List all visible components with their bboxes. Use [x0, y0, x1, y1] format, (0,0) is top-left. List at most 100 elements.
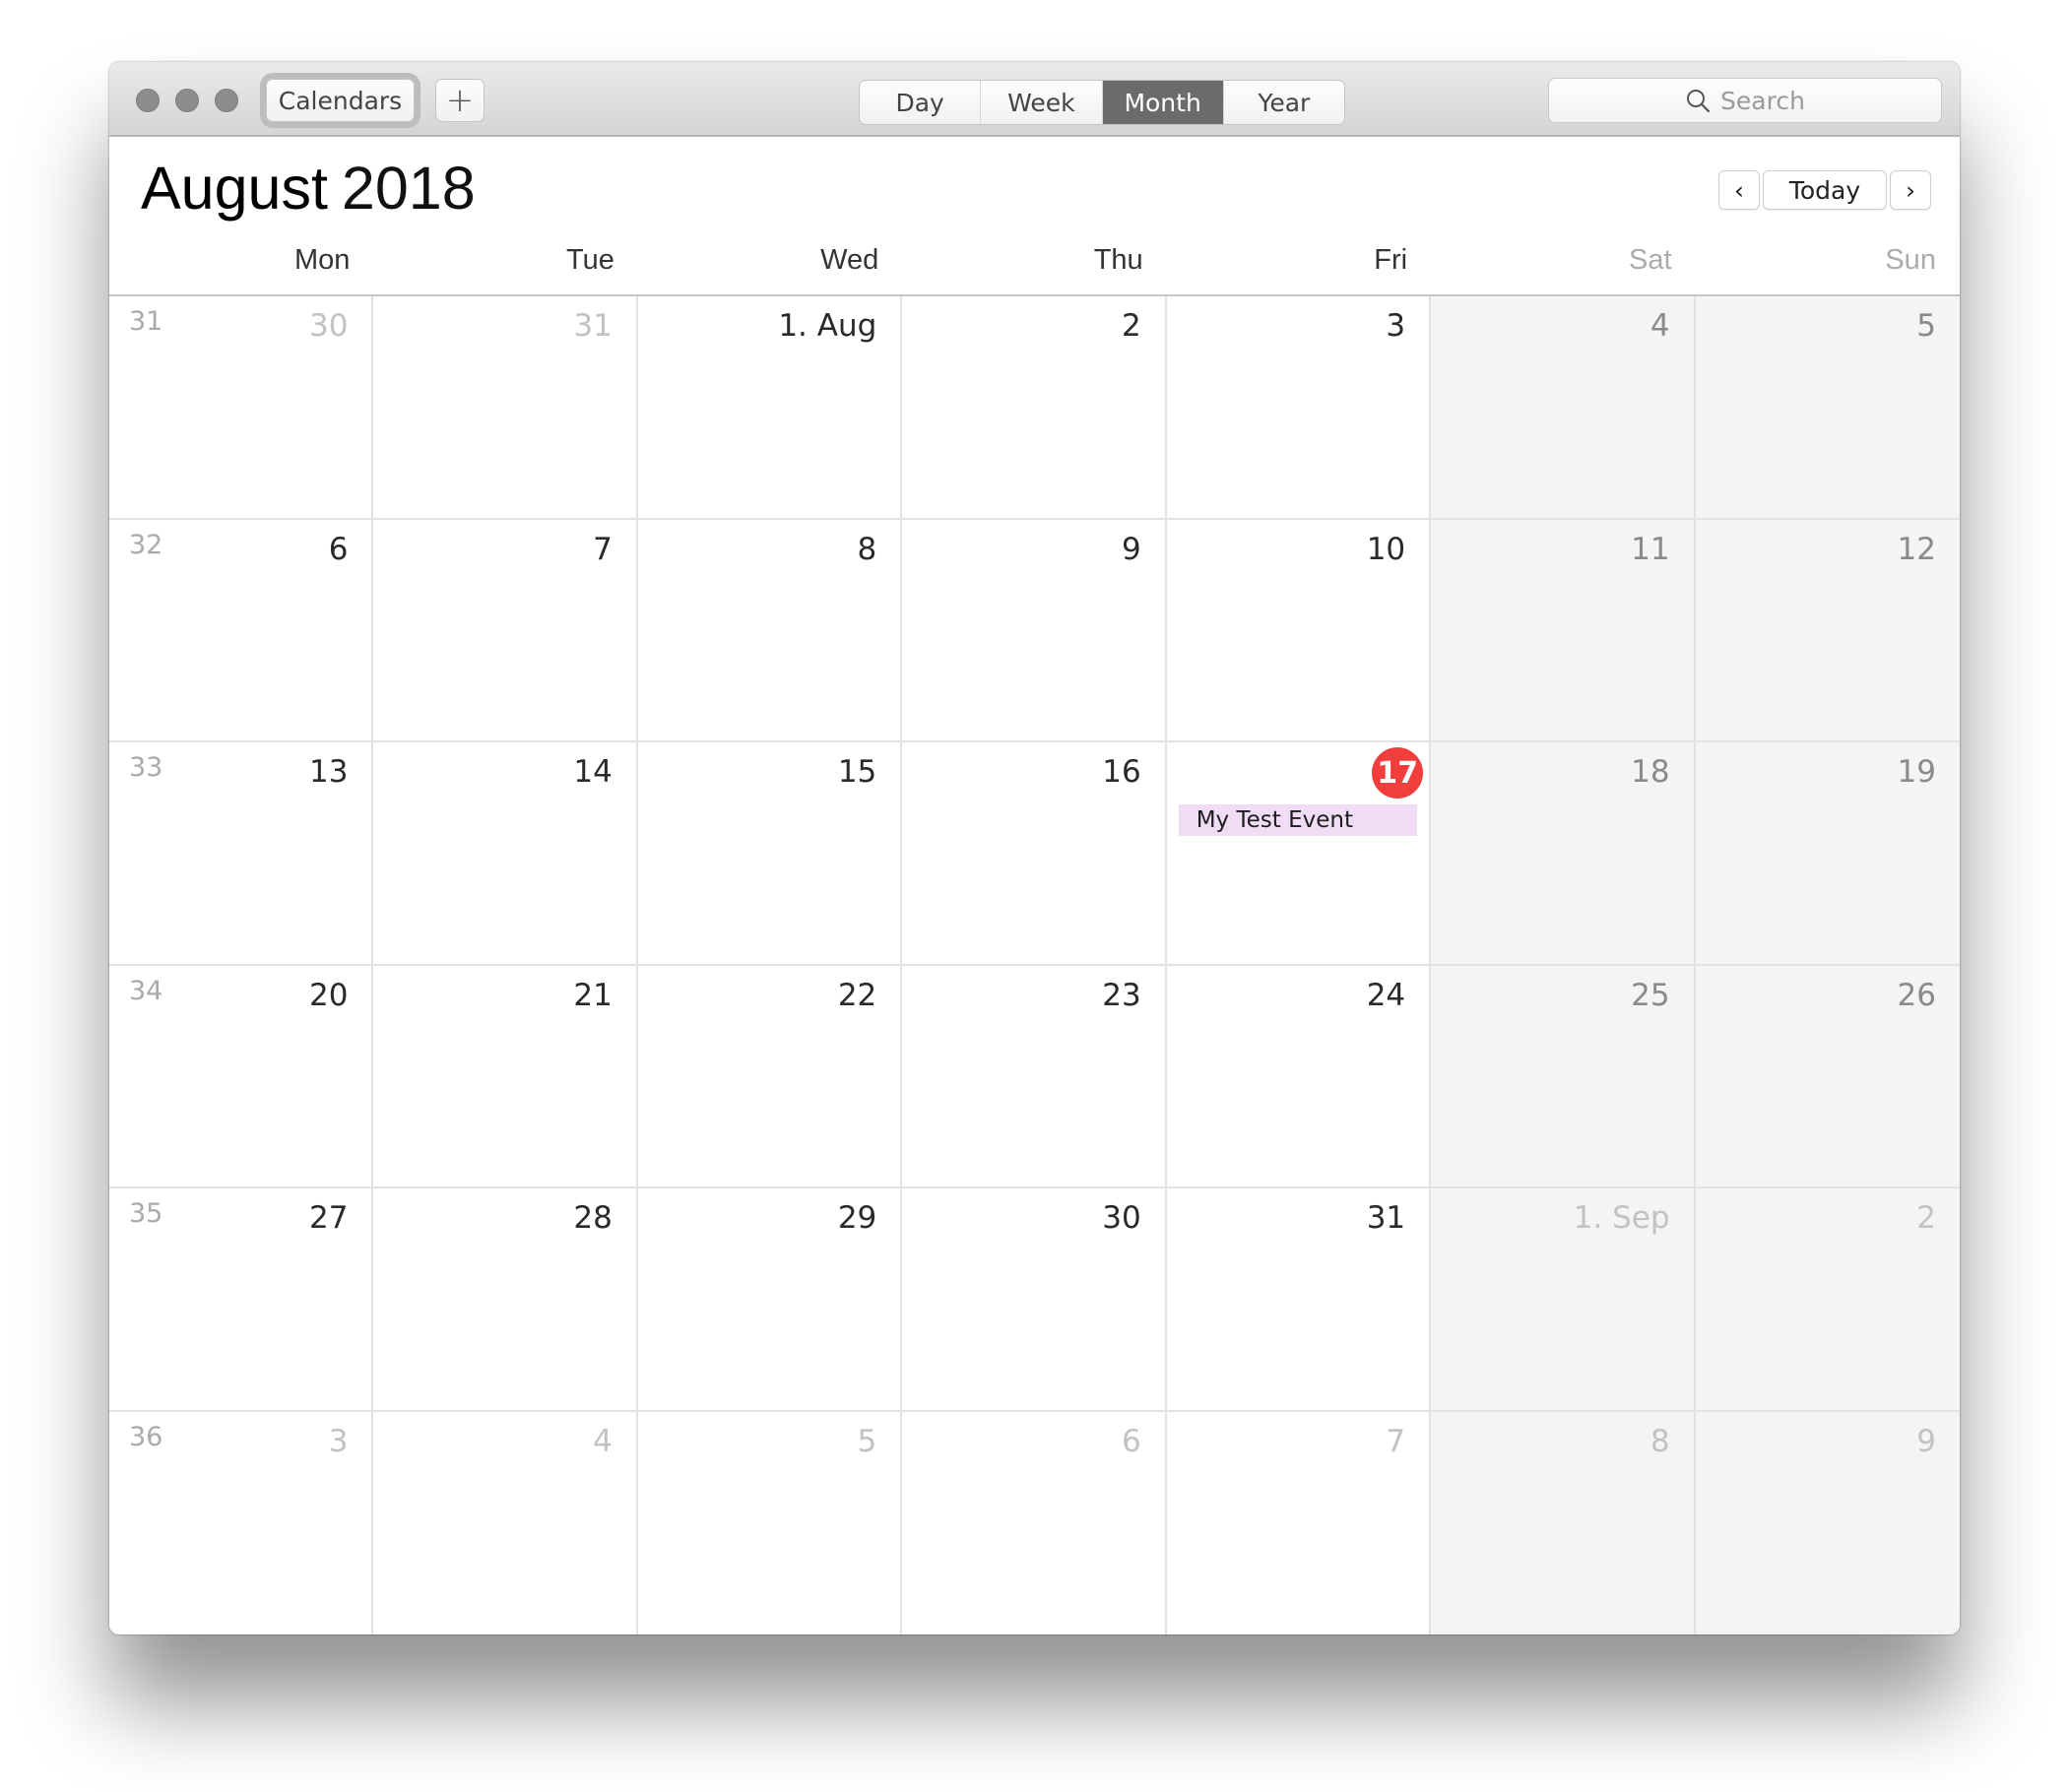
day-cell[interactable]: 18 — [1431, 742, 1696, 966]
day-cell[interactable]: 19 — [1695, 742, 1960, 966]
day-number: 5 — [1916, 308, 1936, 344]
day-cell[interactable]: 28 — [373, 1188, 638, 1412]
weekday-wed: Wed — [820, 244, 879, 276]
weekday-tue: Tue — [565, 244, 615, 276]
day-cell[interactable]: 8 — [1431, 1411, 1696, 1634]
day-cell[interactable]: 16 — [902, 742, 1167, 966]
toolbar: Calendars + Day Week Month Year Search — [109, 62, 1960, 137]
view-tab-month[interactable]: Month — [1102, 81, 1224, 124]
next-month-button[interactable]: › — [1890, 170, 1931, 210]
week-number: 32 — [129, 529, 163, 560]
week-number: 36 — [129, 1421, 163, 1452]
day-cell[interactable]: 17 My Test Event — [1166, 742, 1432, 966]
day-cell[interactable]: 31 — [373, 296, 638, 520]
today-button[interactable]: Today — [1763, 170, 1887, 210]
view-tab-week[interactable]: Week — [981, 81, 1103, 124]
day-cell[interactable]: 8 — [637, 519, 903, 742]
plus-icon: + — [445, 81, 475, 120]
calendar-event[interactable]: My Test Event — [1178, 804, 1418, 836]
day-cell[interactable]: 4 — [373, 1411, 638, 1634]
day-cell[interactable]: 25 — [1431, 965, 1696, 1188]
day-cell[interactable]: 24 — [1166, 965, 1432, 1188]
day-cell[interactable]: 5 — [1695, 296, 1960, 520]
minimize-window-button[interactable] — [175, 89, 199, 112]
day-cell[interactable]: 1. Aug — [637, 296, 903, 520]
day-number: 8 — [1650, 1423, 1670, 1459]
day-cell[interactable]: 5 — [637, 1411, 903, 1634]
day-number: 26 — [1897, 977, 1936, 1013]
day-number: 2 — [1121, 308, 1141, 344]
today-badge: 17 — [1372, 747, 1424, 799]
add-event-button[interactable]: + — [435, 79, 485, 122]
day-cell[interactable]: 1. Sep — [1431, 1188, 1696, 1412]
previous-month-button[interactable]: ‹ — [1718, 170, 1760, 210]
search-icon — [1687, 90, 1711, 113]
search-field[interactable]: Search — [1548, 78, 1942, 123]
day-cell[interactable]: 9 — [1695, 1411, 1960, 1634]
week-number: 31 — [129, 306, 163, 337]
day-number: 20 — [308, 977, 349, 1013]
day-cell[interactable]: 22 — [637, 965, 903, 1188]
day-cell[interactable]: 2 — [1695, 1188, 1960, 1412]
day-number: 28 — [573, 1200, 613, 1236]
day-number: 4 — [593, 1423, 613, 1459]
close-window-button[interactable] — [136, 89, 160, 112]
day-cell[interactable]: 30 — [902, 1188, 1167, 1412]
day-cell[interactable]: 12 — [1695, 519, 1960, 742]
day-number: 30 — [308, 308, 349, 344]
weekday-thu: Thu — [1093, 244, 1143, 276]
view-switcher: Day Week Month Year — [859, 80, 1345, 125]
day-cell[interactable]: 26 — [1695, 965, 1960, 1188]
day-cell[interactable]: 10 — [1166, 519, 1432, 742]
day-number: 29 — [837, 1200, 877, 1236]
day-cell[interactable]: 31 — [1166, 1188, 1432, 1412]
day-cell[interactable]: 3 — [1166, 296, 1432, 520]
day-cell[interactable]: 34 20 — [109, 965, 374, 1188]
day-number: 15 — [837, 754, 877, 790]
day-cell[interactable]: 31 30 — [109, 296, 374, 520]
day-cell[interactable]: 7 — [1166, 1411, 1432, 1634]
day-cell[interactable]: 35 27 — [109, 1188, 374, 1412]
week-number: 33 — [129, 752, 163, 783]
day-cell[interactable]: 33 13 — [109, 742, 374, 966]
day-number: 27 — [308, 1200, 349, 1236]
day-cell[interactable]: 21 — [373, 965, 638, 1188]
day-cell[interactable]: 2 — [902, 296, 1167, 520]
day-number: 8 — [857, 531, 877, 567]
day-number: 5 — [857, 1423, 877, 1459]
day-cell[interactable]: 9 — [902, 519, 1167, 742]
week-number: 35 — [129, 1198, 163, 1229]
search-placeholder: Search — [1720, 86, 1805, 115]
day-number: 12 — [1897, 531, 1936, 567]
day-number: 6 — [1121, 1423, 1141, 1459]
day-number: 16 — [1102, 754, 1141, 790]
calendars-button[interactable]: Calendars — [266, 79, 415, 122]
chevron-right-icon: › — [1906, 175, 1915, 205]
day-number: 13 — [308, 754, 349, 790]
day-number: 3 — [328, 1423, 349, 1459]
day-cell[interactable]: 11 — [1431, 519, 1696, 742]
calendar-window: Calendars + Day Week Month Year Search A… — [109, 62, 1960, 1634]
month-grid: 31 30 31 1. Aug 2 3 4 5 32 6 7 8 9 10 11 12 33 13 14 15 16 17… — [109, 296, 1960, 1634]
day-cell[interactable]: 6 — [902, 1411, 1167, 1634]
day-number: 3 — [1386, 308, 1406, 344]
day-cell[interactable]: 32 6 — [109, 519, 374, 742]
day-cell[interactable]: 15 — [637, 742, 903, 966]
day-cell[interactable]: 23 — [902, 965, 1167, 1188]
day-number: 22 — [837, 977, 877, 1013]
chevron-left-icon: ‹ — [1734, 175, 1744, 205]
day-number: 7 — [1386, 1423, 1406, 1459]
day-cell[interactable]: 7 — [373, 519, 638, 742]
day-cell[interactable]: 36 3 — [109, 1411, 374, 1634]
day-number: 18 — [1631, 754, 1670, 790]
day-number: 1. Aug — [778, 308, 877, 344]
view-tab-day[interactable]: Day — [860, 81, 982, 124]
view-tab-year[interactable]: Year — [1224, 81, 1344, 124]
day-cell[interactable]: 4 — [1431, 296, 1696, 520]
day-number: 7 — [593, 531, 613, 567]
day-cell[interactable]: 14 — [373, 742, 638, 966]
zoom-window-button[interactable] — [215, 89, 238, 112]
day-number: 11 — [1631, 531, 1670, 567]
day-number: 21 — [573, 977, 613, 1013]
day-cell[interactable]: 29 — [637, 1188, 903, 1412]
